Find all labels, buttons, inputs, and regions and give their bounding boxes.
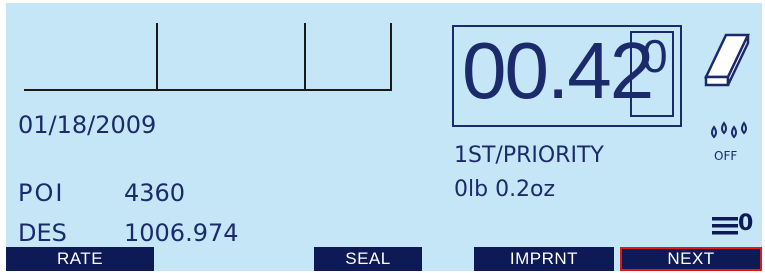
imprint-button[interactable]: IMPRNT xyxy=(474,247,614,271)
menu-count: 0 xyxy=(738,211,754,236)
postage-fraction: 0 xyxy=(642,30,668,82)
frame-line-vertical-3 xyxy=(390,23,392,91)
moistener-status: OFF xyxy=(714,149,738,163)
frame-line-horizontal xyxy=(24,89,392,91)
postage-amount: 00.42 xyxy=(462,26,654,115)
scale-platform-icon xyxy=(704,33,750,87)
menu-lines-icon[interactable] xyxy=(712,215,738,237)
frame-line-vertical-2 xyxy=(304,23,306,91)
rate-button[interactable]: RATE xyxy=(6,247,154,271)
poi-label: POI xyxy=(18,179,65,207)
next-button[interactable]: NEXT xyxy=(620,247,762,271)
frame-line-vertical-1 xyxy=(156,23,158,91)
date-display: 01/18/2009 xyxy=(18,111,157,139)
postage-fraction-box: 0 xyxy=(630,31,674,117)
water-drops-icon xyxy=(711,121,747,139)
seal-button[interactable]: SEAL xyxy=(314,247,422,271)
postage-amount-box: 00.42 0 xyxy=(452,25,682,127)
postage-meter-display: 01/18/2009 POI 4360 DES 1006.974 00.42 0… xyxy=(6,3,762,271)
des-value: 1006.974 xyxy=(124,219,239,247)
poi-value: 4360 xyxy=(124,179,186,207)
service-class: 1ST/PRIORITY xyxy=(454,143,604,168)
des-label: DES xyxy=(18,219,67,247)
weight-display: 0lb 0.2oz xyxy=(454,177,556,202)
